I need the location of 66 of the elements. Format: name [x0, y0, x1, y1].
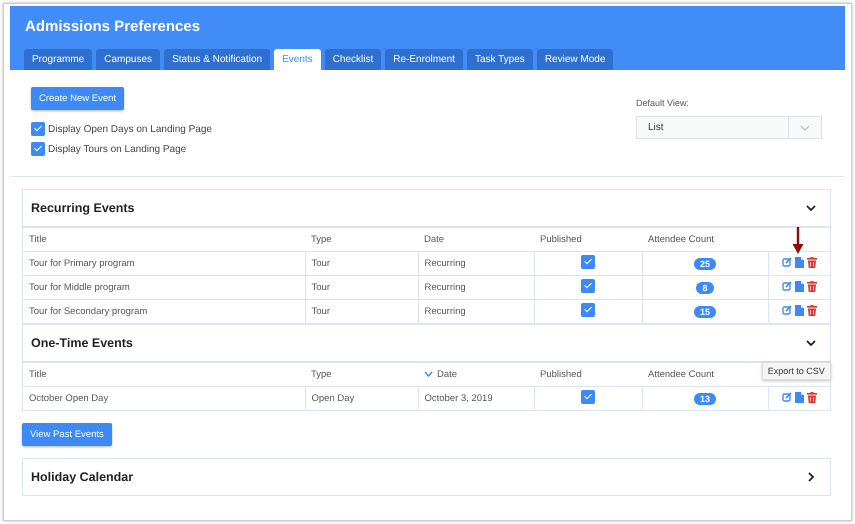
trash-icon[interactable] — [806, 280, 817, 292]
table-cell: October Open Day — [22, 386, 305, 410]
tab[interactable]: Programme — [24, 49, 92, 70]
checkbox[interactable] — [581, 279, 595, 293]
section-header[interactable]: Holiday Calendar — [22, 458, 831, 496]
count-badge: 13 — [694, 392, 716, 404]
trash-icon[interactable] — [806, 392, 817, 403]
checkbox[interactable] — [31, 142, 45, 156]
field-label: Default View: — [636, 98, 690, 108]
column-header[interactable]: Title — [29, 234, 47, 245]
table-cell: Tour for Middle program — [22, 276, 305, 300]
table-cell: Tour for Secondary program — [22, 300, 305, 324]
tab[interactable]: Re-Enrolment — [385, 49, 463, 70]
column-header[interactable]: Published — [540, 369, 582, 380]
arrow-annotation — [792, 226, 804, 255]
checkbox[interactable] — [581, 390, 595, 404]
section-header[interactable]: Recurring Events — [22, 189, 831, 227]
document-icon[interactable] — [794, 256, 804, 268]
table-cell: Open Day — [305, 386, 418, 410]
tab[interactable]: Status & Notification — [164, 49, 270, 70]
column-header[interactable]: Published — [540, 234, 582, 245]
document-icon[interactable] — [794, 304, 804, 316]
trash-icon[interactable] — [806, 304, 817, 316]
column-header[interactable]: Date — [424, 368, 458, 380]
document-icon[interactable] — [794, 280, 804, 292]
section-title: Holiday Calendar — [31, 470, 134, 484]
column-header[interactable]: Attendee Count — [648, 234, 714, 245]
table-cell: Tour — [305, 300, 418, 324]
checkbox-label: Display Open Days on Landing Page — [48, 124, 212, 134]
table-cell: Tour for Primary program — [22, 252, 305, 276]
table-cell: Recurring — [418, 300, 534, 324]
checkbox-label: Display Tours on Landing Page — [48, 144, 186, 154]
count-badge: 25 — [694, 258, 716, 270]
table-cell: October 3, 2019 — [418, 386, 534, 410]
table-cell: Tour — [305, 252, 418, 276]
checkbox[interactable] — [581, 303, 595, 317]
tab[interactable]: Campuses — [96, 49, 160, 70]
checkbox[interactable] — [581, 255, 595, 269]
tooltip: Export to CSV — [762, 362, 831, 380]
tab[interactable]: Checklist — [324, 49, 382, 70]
document-icon[interactable] — [794, 392, 804, 403]
page-title: Admissions Preferences — [24, 17, 202, 37]
table-cell: Recurring — [418, 276, 534, 300]
column-header[interactable]: Date — [424, 234, 444, 245]
count-badge: 8 — [696, 282, 714, 294]
count-badge: 15 — [694, 306, 716, 318]
tab[interactable]: Task Types — [466, 49, 533, 70]
edit-icon[interactable] — [782, 257, 792, 268]
edit-icon[interactable] — [782, 305, 792, 316]
chevron-down-icon — [800, 124, 810, 130]
trash-icon[interactable] — [806, 256, 817, 268]
column-header[interactable]: Type — [311, 234, 332, 245]
edit-icon[interactable] — [782, 281, 792, 292]
table-cell: Tour — [305, 276, 418, 300]
edit-icon[interactable] — [782, 392, 792, 402]
checkbox[interactable] — [31, 122, 45, 136]
column-header[interactable]: Title — [29, 369, 47, 380]
section-header[interactable]: One-Time Events — [22, 324, 831, 362]
sort-caret-icon[interactable] — [424, 371, 433, 378]
section-title: Recurring Events — [31, 201, 135, 215]
column-header[interactable]: Attendee Count — [648, 369, 714, 380]
table-cell: Recurring — [418, 252, 534, 276]
section-title: One-Time Events — [31, 336, 133, 350]
tab[interactable]: Review Mode — [536, 49, 614, 70]
view-dropdown[interactable]: List — [636, 116, 822, 139]
column-header[interactable]: Type — [311, 369, 332, 380]
